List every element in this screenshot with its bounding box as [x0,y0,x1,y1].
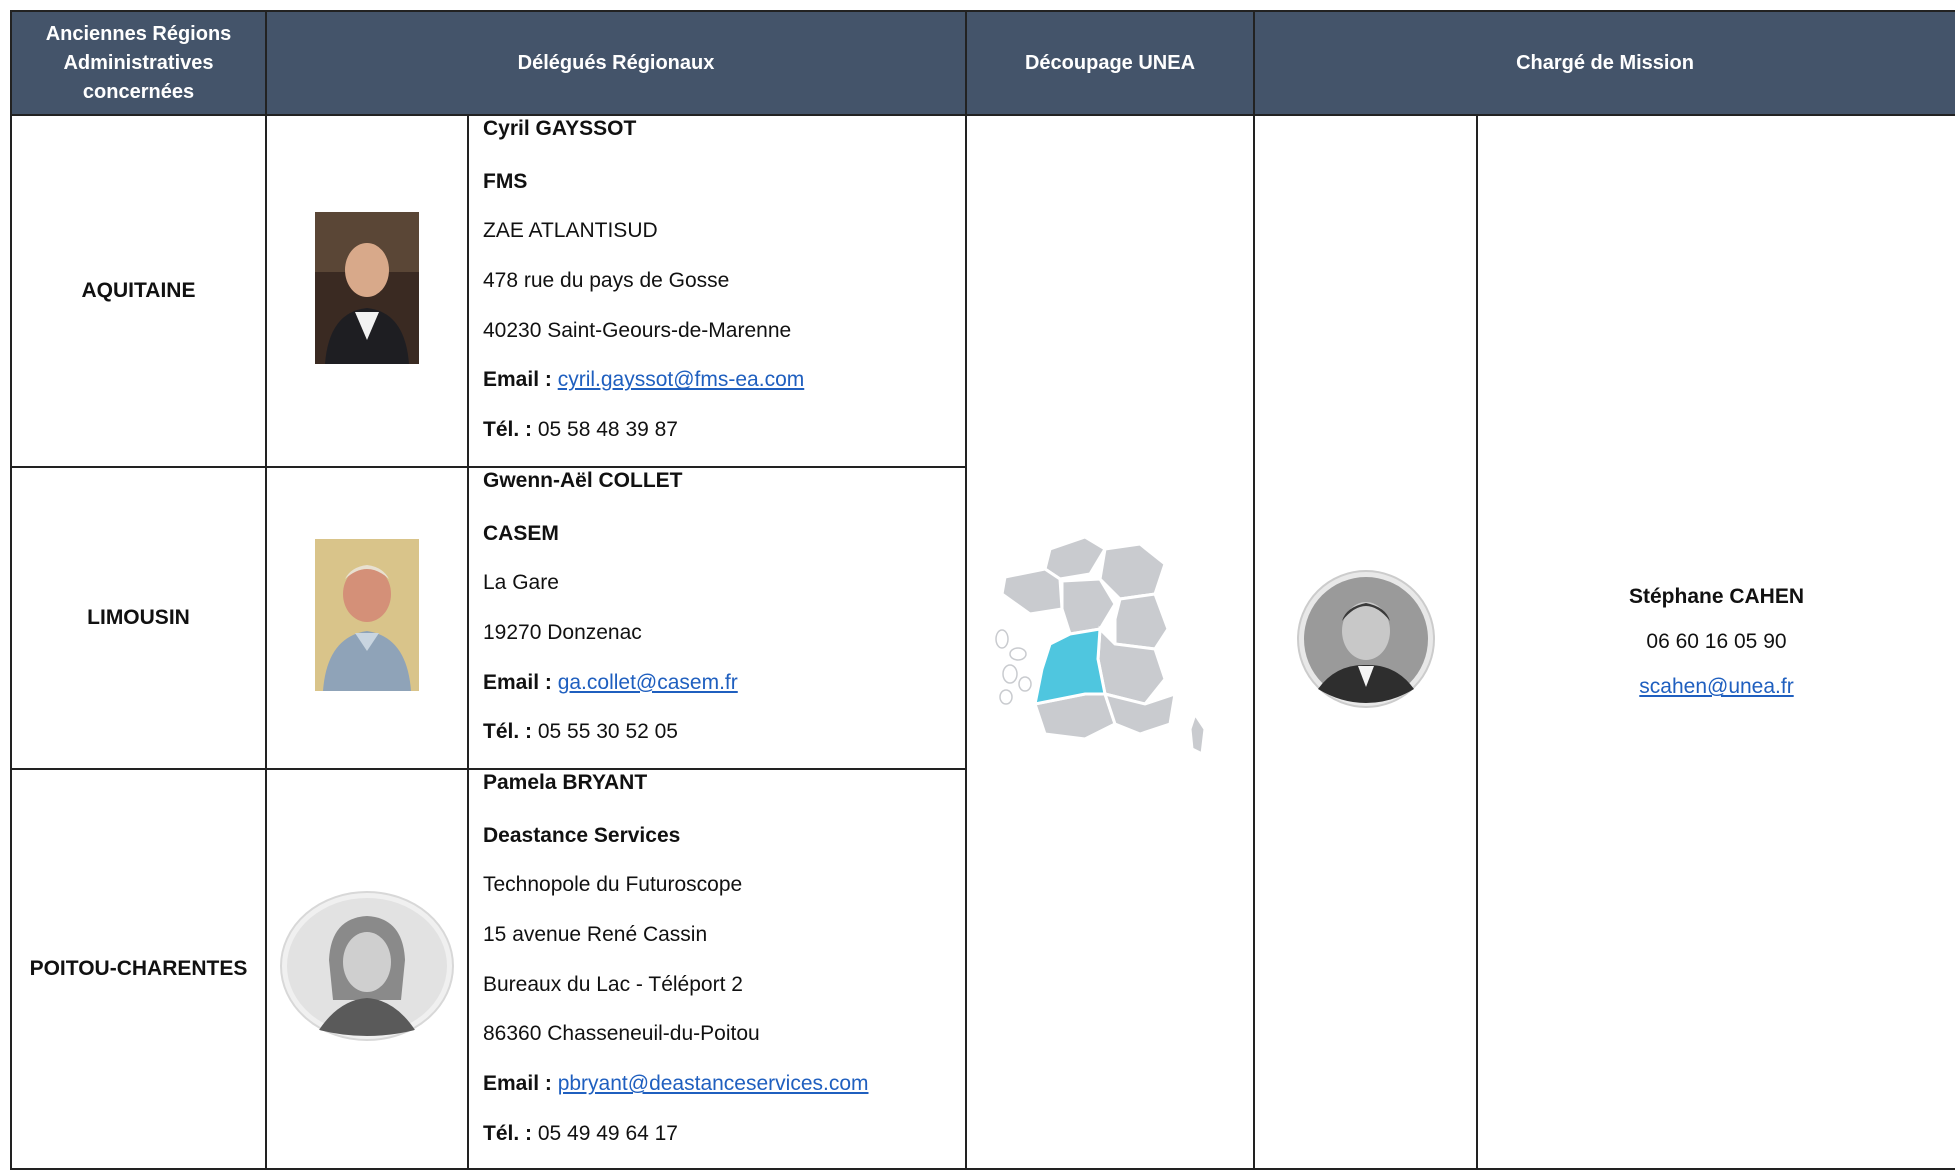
email-link[interactable]: cyril.gayssot@fms-ea.com [558,368,805,391]
header-row: Anciennes Régions Administratives concer… [10,10,1955,116]
address-line: 19270 Donzenac [483,621,642,645]
delegate-name: Cyril GAYSSOT [483,117,637,140]
email-line: Email : ga.collet@casem.fr [483,667,965,717]
mission-name: Stéphane CAHEN [1628,585,1805,609]
address-line: ZAE ATLANTISUD [483,219,658,243]
delegate-info: Cyril GAYSSOT FMS ZAE ATLANTISUD 478 rue… [467,114,967,468]
delegate-name: Pamela BRYANT [483,771,648,794]
mission-phone: 06 60 16 05 90 [1646,630,1787,654]
address-line: Bureaux du Lac - Téléport 2 [483,972,743,996]
delegate-info: Pamela BRYANT Deastance Services Technop… [467,768,967,1170]
address-line: 15 avenue René Cassin [483,923,708,947]
address-line: 478 rue du pays de Gosse [483,269,730,293]
delegate-photo [315,539,419,691]
header-regions: Anciennes Régions Administratives concer… [10,10,267,116]
delegates-table: Anciennes Régions Administratives concer… [10,10,1955,1170]
address-line: Technopole du Futuroscope [483,873,743,897]
decoupage-map-cell [965,114,1255,1170]
address-line: 86360 Chasseneuil-du-Poitou [483,1022,760,1046]
email-label: Email : [483,1072,552,1096]
delegate-info: Gwenn-Aël COLLET CASEM La Gare 19270 Don… [467,466,967,770]
header-decoupage: Découpage UNEA [965,10,1255,116]
delegate-photo-cell [265,114,469,468]
delegate-name: Gwenn-Aël COLLET [483,469,683,492]
delegate-company: CASEM [483,521,559,545]
region-name: LIMOUSIN [10,466,267,770]
header-mission: Chargé de Mission [1253,10,1955,116]
email-line: Email : cyril.gayssot@fms-ea.com [483,364,965,414]
tel-value: 05 55 30 52 05 [537,720,678,744]
email-link[interactable]: pbryant@deastanceservices.com [558,1072,869,1095]
delegate-photo [315,212,419,364]
email-label: Email : [483,368,552,392]
tel-line: Tél. : 05 58 48 39 87 [483,414,965,464]
table-row: AQUITAINE Cyril GAYSSOT FMS ZAE ATLANTIS… [10,114,1955,1170]
tel-line: Tél. : 05 49 49 64 17 [483,1118,965,1168]
address-line: La Gare [483,571,559,595]
region-name: POITOU-CHARENTES [10,768,267,1170]
delegate-company: Deastance Services [483,823,681,847]
email-link[interactable]: ga.collet@casem.fr [558,671,738,694]
email-line: Email : pbryant@deastanceservices.com [483,1068,965,1118]
email-label: Email : [483,670,552,694]
delegate-photo [280,890,454,1041]
tel-label: Tél. : [483,720,533,744]
delegate-company: FMS [483,169,528,193]
address-line: 40230 Saint-Geours-de-Marenne [483,318,792,342]
tel-label: Tél. : [483,1121,533,1145]
header-delegates: Délégués Régionaux [265,10,967,116]
mission-info-cell: Stéphane CAHEN 06 60 16 05 90 scahen@une… [1476,114,1955,1170]
delegate-photo-cell [265,768,469,1170]
tel-value: 05 58 48 39 87 [537,418,678,442]
tel-value: 05 49 49 64 17 [537,1121,678,1145]
tel-label: Tél. : [483,418,533,442]
mission-photo [1296,569,1435,708]
delegate-photo-cell [265,466,469,770]
mission-photo-cell [1253,114,1478,1170]
region-name: AQUITAINE [10,114,267,468]
france-map [995,535,1207,757]
mission-email-link[interactable]: scahen@unea.fr [1639,675,1793,698]
tel-line: Tél. : 05 55 30 52 05 [483,716,965,766]
